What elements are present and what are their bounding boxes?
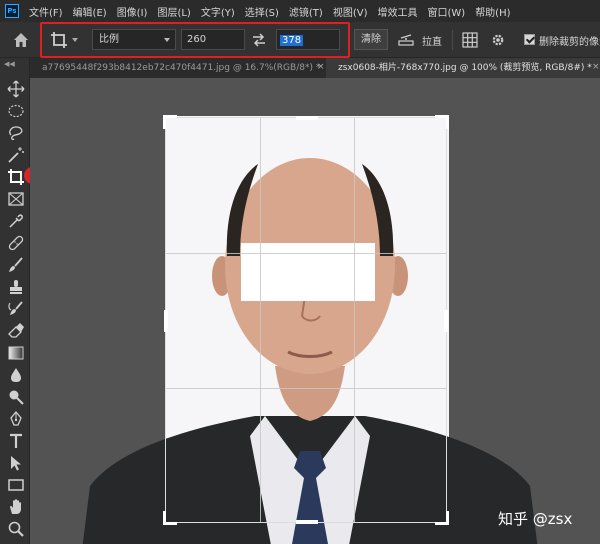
crop-handle-top-left[interactable] — [163, 115, 177, 129]
photoshop-logo-icon: Ps — [5, 4, 19, 18]
crop-frame[interactable] — [163, 115, 449, 525]
delete-cropped-label[interactable]: 删除裁剪的像素 — [539, 33, 600, 48]
crop-height-value: 378 — [280, 35, 304, 46]
healing-brush-tool-icon[interactable] — [7, 234, 25, 252]
close-tab-icon[interactable]: × — [317, 62, 325, 72]
menu-edit[interactable]: 编辑(E) — [73, 4, 107, 19]
document-tab-inactive[interactable]: a77695448f293b8412eb72c470f4471.jpg @ 16… — [30, 58, 326, 78]
menu-help[interactable]: 帮助(H) — [475, 4, 510, 19]
crop-handle-top[interactable] — [296, 116, 318, 120]
home-icon[interactable] — [12, 31, 30, 49]
crop-width-field[interactable]: 260 — [181, 29, 245, 50]
eraser-tool-icon[interactable] — [7, 322, 25, 340]
menu-bar: Ps 文件(F) 编辑(E) 图像(I) 图层(L) 文字(Y) 选择(S) 滤… — [0, 0, 600, 22]
menu-plugins[interactable]: 增效工具 — [377, 4, 417, 19]
clear-button[interactable]: 清除 — [354, 29, 388, 50]
document-canvas[interactable]: 知乎 @zsx — [30, 78, 600, 544]
delete-cropped-checkbox[interactable] — [524, 34, 535, 45]
hand-tool-icon[interactable] — [7, 498, 25, 516]
grid-line — [354, 118, 355, 522]
menu-layer[interactable]: 图层(L) — [157, 4, 190, 19]
marquee-tool-icon[interactable] — [7, 102, 25, 120]
brush-tool-icon[interactable] — [7, 256, 25, 274]
zoom-tool-icon[interactable] — [7, 520, 25, 538]
chevron-down-icon — [164, 38, 170, 42]
document-tab-active[interactable]: zsx0608-相片-768x770.jpg @ 100% (裁剪预览, RGB… — [326, 58, 600, 78]
grid-line — [166, 253, 446, 254]
menu-window[interactable]: 窗口(W) — [427, 4, 465, 19]
crop-handle-right[interactable] — [444, 310, 448, 332]
crop-handle-bottom[interactable] — [296, 520, 318, 524]
menu-select[interactable]: 选择(S) — [245, 4, 279, 19]
watermark-text: 知乎 @zsx — [498, 510, 573, 528]
swap-dimensions-icon[interactable] — [251, 32, 267, 48]
crop-height-field[interactable]: 378 — [276, 29, 340, 50]
menu-image[interactable]: 图像(I) — [117, 4, 148, 19]
crop-handle-bottom-right[interactable] — [435, 511, 449, 525]
options-divider — [452, 30, 453, 50]
collapse-panel-icon[interactable]: ◀◀ — [4, 60, 15, 68]
grid-line — [166, 388, 446, 389]
path-selection-tool-icon[interactable] — [7, 454, 25, 472]
magic-wand-tool-icon[interactable] — [7, 146, 25, 164]
move-tool-icon[interactable] — [7, 80, 25, 98]
grid-line — [260, 118, 261, 522]
tools-panel: ◀◀ — [0, 58, 41, 544]
dodge-tool-icon[interactable] — [7, 388, 25, 406]
menu-filter[interactable]: 滤镜(T) — [289, 4, 323, 19]
crop-handle-left[interactable] — [164, 310, 168, 332]
crop-handle-bottom-left[interactable] — [163, 511, 177, 525]
ratio-mode-value: 比例 — [99, 34, 119, 45]
rectangle-tool-icon[interactable] — [7, 476, 25, 494]
crop-preset-icon[interactable] — [50, 31, 68, 49]
clone-stamp-tool-icon[interactable] — [7, 278, 25, 296]
crop-preset-caret-icon[interactable] — [72, 38, 78, 42]
ratio-mode-select[interactable]: 比例 — [92, 29, 176, 50]
overlay-grid-icon[interactable] — [462, 32, 478, 48]
close-tab-icon[interactable]: × — [592, 62, 600, 72]
eyedropper-tool-icon[interactable] — [7, 212, 25, 230]
pen-tool-icon[interactable] — [7, 410, 25, 428]
document-tab-bar: a77695448f293b8412eb72c470f4471.jpg @ 16… — [30, 58, 600, 78]
lasso-tool-icon[interactable] — [7, 124, 25, 142]
blur-tool-icon[interactable] — [7, 366, 25, 384]
frame-tool-icon[interactable] — [7, 190, 25, 208]
straighten-icon[interactable] — [398, 32, 414, 48]
gear-icon[interactable] — [490, 32, 506, 48]
menu-view[interactable]: 视图(V) — [333, 4, 368, 19]
gradient-tool-icon[interactable] — [7, 344, 25, 362]
crop-handle-top-right[interactable] — [435, 115, 449, 129]
menu-file[interactable]: 文件(F) — [29, 4, 63, 19]
type-tool-icon[interactable] — [7, 432, 25, 450]
menu-type[interactable]: 文字(Y) — [201, 4, 235, 19]
options-bar: 比例 260 378 清除 拉直 删除裁剪的像素 — [0, 22, 600, 58]
history-brush-tool-icon[interactable] — [7, 300, 25, 318]
crop-tool-icon[interactable] — [7, 168, 25, 186]
straighten-label[interactable]: 拉直 — [422, 33, 442, 48]
